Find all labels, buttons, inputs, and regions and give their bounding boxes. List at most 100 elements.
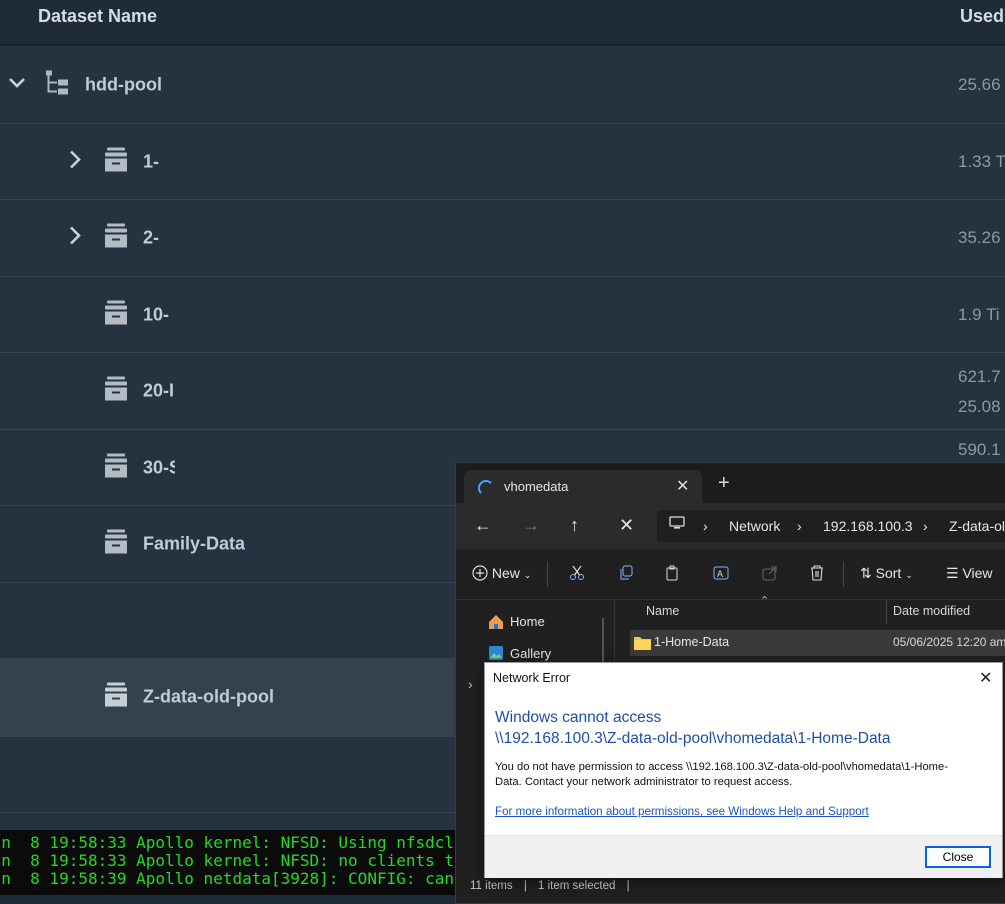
sort-ascending-icon: ⌃ [760, 595, 770, 607]
dataset-icon [102, 451, 130, 484]
view-icon: ☰ [946, 565, 959, 581]
stop-icon[interactable]: ✕ [619, 515, 634, 535]
dataset-used: 1.33 T [958, 151, 1005, 171]
dataset-name: 2- [143, 227, 160, 248]
paste-icon[interactable] [665, 565, 681, 584]
expand-chevron-icon[interactable]: › [468, 676, 473, 692]
dataset-icon [102, 222, 130, 255]
dataset-name: 30-S [143, 457, 175, 477]
dataset-name: 20-I [143, 380, 175, 401]
sort-button-label: Sort [875, 565, 902, 581]
pool-tree-icon [44, 68, 72, 101]
dialog-message: You do not have permission to access \\1… [495, 760, 993, 790]
dialog-title: Network Error [493, 671, 571, 685]
sort-icon: ⇅ [860, 565, 872, 581]
delete-icon[interactable] [809, 565, 825, 584]
view-button-label: View [962, 565, 993, 581]
dialog-heading-line1: Windows cannot access [495, 709, 662, 726]
plus-circle-icon [472, 565, 488, 581]
tab-vhomedata[interactable]: vhomedata ✕ [464, 470, 702, 503]
dataset-icon [102, 298, 130, 331]
file-name: 1-Home-Data [654, 635, 730, 649]
toolbar-divider [547, 561, 548, 587]
computer-icon [669, 516, 685, 533]
svg-text:A: A [717, 569, 723, 579]
dataset-used: 25.66 [958, 74, 1001, 94]
view-button[interactable]: ☰ View [946, 565, 993, 582]
dataset-name: hdd-pool [85, 74, 162, 94]
breadcrumb-host[interactable]: 192.168.100.3 [823, 518, 913, 534]
nav-item-home[interactable]: Home [510, 614, 545, 629]
column-header-name[interactable]: Name [646, 604, 679, 618]
dataset-icon [102, 681, 130, 714]
dataset-row-3[interactable]: 10- 1.9 Ti [0, 277, 1005, 353]
dataset-row-1[interactable]: 1- 1.33 T [0, 124, 1005, 200]
new-button[interactable]: New ⌄ [472, 565, 531, 581]
dataset-row-hdd-pool[interactable]: hdd-pool 25.66 [0, 46, 1005, 124]
dataset-used: 621.7 [958, 367, 1001, 386]
navigation-bar: ← → ↑ ✕ › Network › 192.168.100.3 › Z-da… [456, 503, 1005, 549]
copy-icon[interactable] [618, 565, 634, 584]
cut-icon[interactable] [569, 565, 585, 584]
breadcrumb-separator: › [923, 518, 928, 534]
dataset-name: 1- [143, 151, 160, 171]
new-tab-button[interactable]: + [718, 473, 730, 493]
dataset-used: 590.1 [958, 440, 1001, 459]
status-item-count: 11 items [470, 880, 513, 892]
command-bar: New ⌄ A ⇅ Sort ⌄ ☰ View [456, 549, 1005, 600]
close-icon[interactable]: ✕ [979, 668, 992, 688]
file-row[interactable]: 1-Home-Data 05/06/2025 12:20 am [630, 630, 1005, 656]
sort-button[interactable]: ⇅ Sort ⌄ [860, 565, 913, 582]
dataset-name: Family-Data [143, 533, 246, 554]
breadcrumb-separator: › [797, 518, 802, 534]
dataset-row-4[interactable]: 20-I 621.7 25.08 [0, 353, 1005, 430]
forward-arrow-icon[interactable]: → [522, 515, 540, 535]
dialog-button-bar: Close [485, 835, 1002, 878]
back-arrow-icon[interactable]: ← [474, 515, 492, 535]
share-icon[interactable] [762, 565, 778, 584]
dialog-heading: Windows cannot access \\192.168.100.3\Z-… [495, 707, 995, 749]
address-bar[interactable]: › Network › 192.168.100.3 › Z-data-ol [657, 510, 1005, 542]
breadcrumb-separator: › [703, 518, 708, 534]
dataset-used: 1.9 Ti [958, 304, 1000, 324]
column-header-date-modified[interactable]: Date modified [893, 604, 970, 618]
dataset-icon [102, 375, 130, 408]
column-header-dataset-name[interactable]: Dataset Name [38, 6, 157, 27]
up-arrow-icon[interactable]: ↑ [570, 515, 579, 535]
help-link[interactable]: For more information about permissions, … [495, 805, 869, 818]
loading-spinner-icon [478, 480, 494, 496]
gallery-icon [488, 645, 504, 661]
dataset-icon [102, 145, 130, 178]
chevron-right-icon[interactable] [68, 226, 82, 251]
tab-title: vhomedata [504, 479, 569, 494]
tab-bar: vhomedata ✕ + [456, 463, 1005, 503]
dataset-name: Z-data-old-pool [143, 686, 274, 707]
chevron-down-icon[interactable] [8, 76, 26, 94]
dataset-icon [102, 528, 130, 561]
folder-icon [634, 635, 651, 653]
dataset-name: 10- [143, 304, 170, 324]
dialog-message-line2: Data. Contact your network administrator… [495, 776, 793, 788]
file-date: 05/06/2025 12:20 am [893, 635, 1005, 649]
column-divider [886, 600, 887, 624]
network-error-dialog: Network Error ✕ Windows cannot access \\… [484, 662, 1003, 878]
breadcrumb-share[interactable]: Z-data-ol [949, 518, 1005, 534]
home-icon [488, 614, 504, 630]
dataset-used: 35.26 [958, 228, 1001, 247]
status-separator: | [523, 880, 527, 892]
rename-icon[interactable]: A [713, 565, 729, 584]
toolbar-divider [843, 561, 844, 587]
dialog-message-line1: You do not have permission to access \\1… [495, 761, 948, 773]
nav-item-gallery[interactable]: Gallery [510, 646, 551, 661]
close-tab-icon[interactable]: ✕ [676, 476, 689, 496]
dataset-row-2[interactable]: 2- 35.26 [0, 200, 1005, 277]
dialog-heading-path: \\192.168.100.3\Z-data-old-pool\vhomedat… [495, 730, 891, 747]
column-header-used[interactable]: Used [960, 6, 1004, 27]
new-button-label: New [491, 565, 520, 581]
close-button[interactable]: Close [925, 846, 991, 868]
breadcrumb-network[interactable]: Network [729, 518, 780, 534]
chevron-right-icon[interactable] [68, 149, 82, 174]
table-header: Dataset Name Used [0, 0, 1005, 46]
status-separator: | [626, 880, 630, 892]
status-selection: 1 item selected [538, 880, 616, 892]
